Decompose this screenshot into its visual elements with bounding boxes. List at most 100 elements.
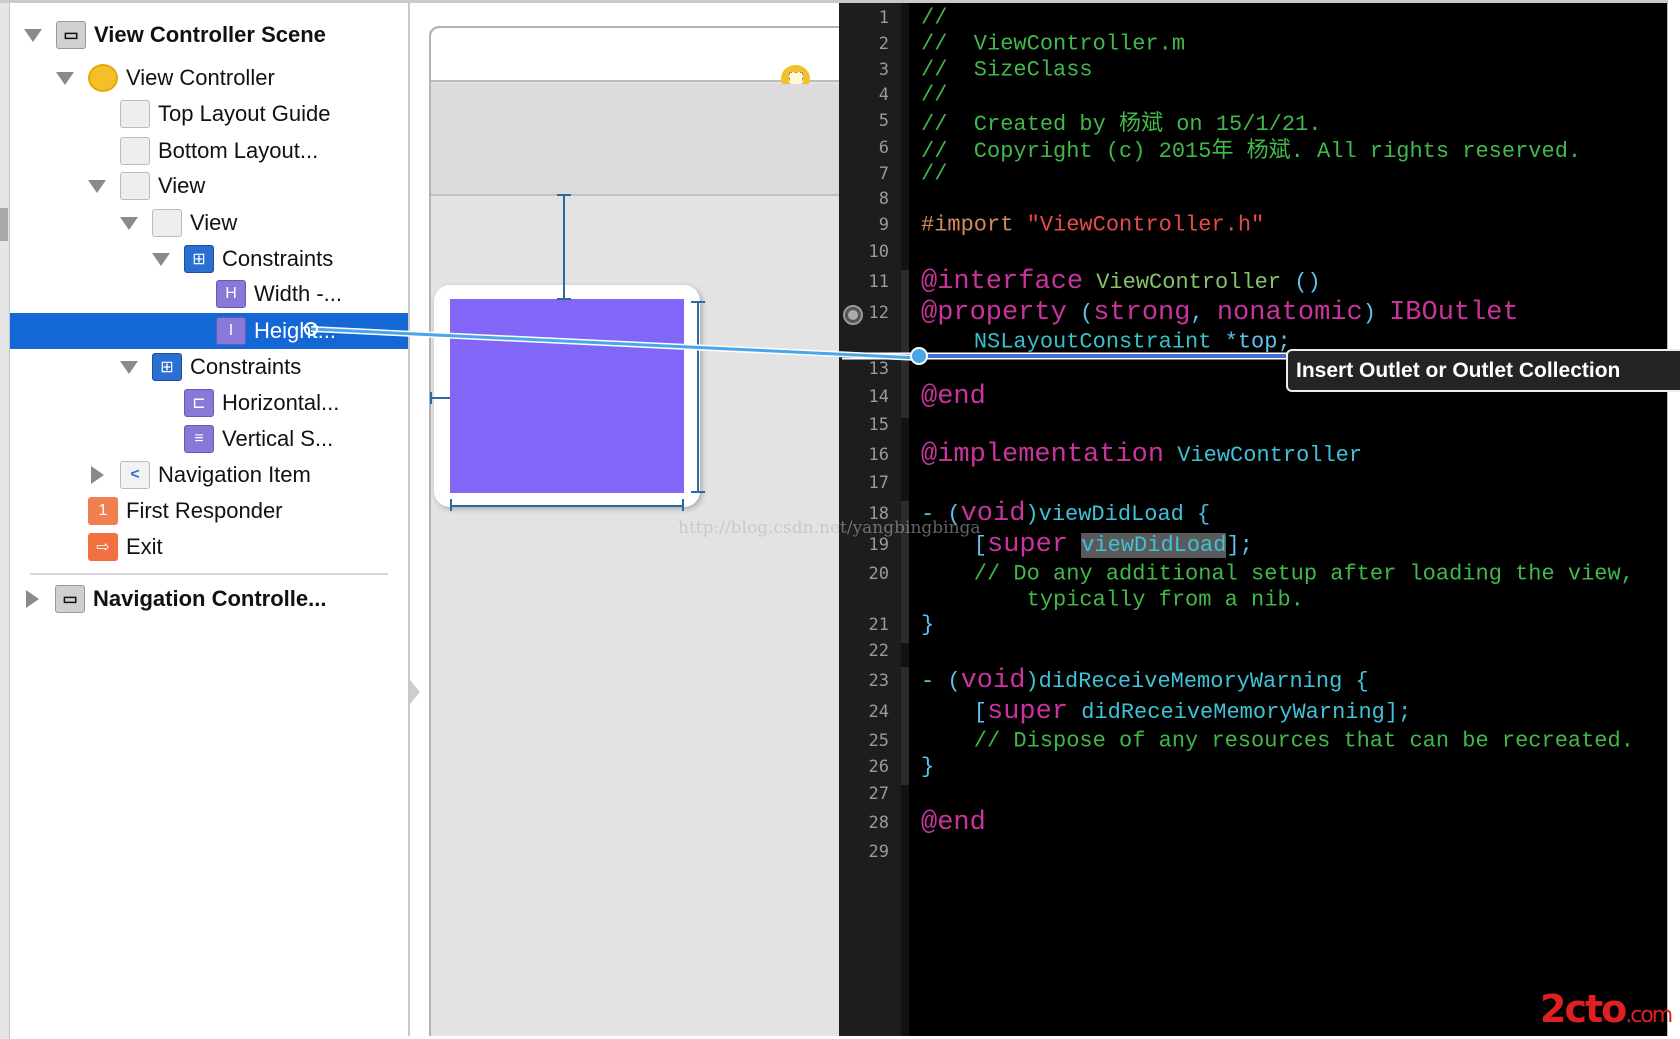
outline-item[interactable]: View Controller bbox=[10, 60, 408, 96]
constraint-cap bbox=[430, 392, 432, 404]
outline-item[interactable]: ⊞ Constraints bbox=[10, 241, 408, 277]
code-line[interactable]: // bbox=[921, 6, 947, 31]
code-line[interactable]: // ViewController.m bbox=[921, 32, 1185, 57]
width-constraint[interactable] bbox=[450, 505, 684, 507]
scroll-thumb[interactable] bbox=[0, 208, 8, 241]
outline-item[interactable]: ⊏ Horizontal... bbox=[10, 385, 408, 421]
code-token: [ bbox=[921, 700, 988, 725]
constraint-cap bbox=[691, 491, 705, 493]
horizontal-constraint-icon: ⊏ bbox=[184, 389, 214, 417]
watermark: http://blog.csdn.net/yangbingbinga bbox=[678, 518, 981, 538]
disclosure-triangle-icon[interactable] bbox=[26, 590, 39, 608]
height-constraint-icon: I bbox=[216, 317, 246, 345]
editor-scrollbar[interactable] bbox=[1667, 0, 1680, 1036]
layout-guide-icon bbox=[120, 100, 150, 128]
outline-item[interactable]: Top Layout Guide bbox=[10, 96, 408, 132]
disclosure-triangle-icon[interactable] bbox=[120, 216, 138, 230]
site-logo: 2cto.com bbox=[1540, 987, 1673, 1031]
width-constraint-icon: H bbox=[216, 280, 246, 308]
code-token: - ( bbox=[921, 669, 961, 694]
view-icon bbox=[152, 209, 182, 237]
line-number: 25 bbox=[868, 731, 889, 751]
code-token: // Do any additional setup after loading… bbox=[921, 561, 1634, 587]
line-number: 29 bbox=[868, 842, 889, 862]
code-line[interactable]: @interface ViewController () bbox=[921, 267, 1321, 297]
outline-item[interactable]: View bbox=[10, 205, 408, 241]
scene-icon: ▭ bbox=[55, 585, 85, 613]
leading-constraint[interactable] bbox=[430, 397, 450, 399]
disclosure-triangle-icon[interactable] bbox=[56, 71, 74, 85]
code-line[interactable]: #import "ViewController.h" bbox=[921, 213, 1264, 238]
line-number: 24 bbox=[868, 702, 889, 722]
navigation-bar bbox=[431, 84, 840, 196]
code-line[interactable]: } bbox=[921, 613, 934, 638]
code-line[interactable]: // SizeClass bbox=[921, 58, 1093, 83]
code-token: ViewController bbox=[1164, 443, 1363, 468]
disclosure-triangle-icon[interactable] bbox=[91, 466, 104, 484]
logo-suffix: .com bbox=[1625, 1003, 1673, 1028]
line-number: 23 bbox=[868, 671, 889, 691]
code-line[interactable]: NSLayoutConstraint *top; bbox=[921, 330, 1291, 355]
outline-item-label: Width -... bbox=[254, 281, 343, 306]
scene-icon: ▭ bbox=[56, 21, 86, 49]
disclosure-triangle-icon[interactable] bbox=[88, 179, 106, 193]
logo-text: 2cto bbox=[1540, 987, 1627, 1031]
code-token: @end bbox=[921, 808, 986, 838]
disclosure-triangle-icon[interactable] bbox=[152, 252, 170, 266]
height-constraint[interactable] bbox=[697, 301, 699, 491]
code-line[interactable]: @end bbox=[921, 382, 986, 412]
outline-item[interactable]: I Height... bbox=[10, 313, 408, 349]
outline-item[interactable]: ≡ Vertical S... bbox=[10, 421, 408, 457]
code-line[interactable]: // Dispose of any resources that can be … bbox=[921, 729, 1634, 754]
code-token: *top; bbox=[1211, 329, 1291, 355]
line-number: 8 bbox=[878, 189, 889, 209]
line-number: 19 bbox=[868, 535, 889, 555]
code-line[interactable]: // Do any additional setup after loading… bbox=[921, 562, 1634, 587]
code-token: ]; bbox=[1226, 533, 1253, 558]
line-number: 28 bbox=[868, 813, 889, 833]
outline-item-label: Height... bbox=[254, 318, 336, 343]
outline-item[interactable]: Bottom Layout... bbox=[10, 133, 408, 169]
code-line[interactable]: - (void)didReceiveMemoryWarning { bbox=[921, 666, 1369, 696]
code-line[interactable]: [super didReceiveMemoryWarning]; bbox=[921, 697, 1412, 727]
outline-item[interactable]: ▭ View Controller Scene bbox=[10, 17, 408, 53]
code-line[interactable]: // bbox=[921, 162, 947, 187]
line-number: 21 bbox=[868, 615, 889, 635]
code-line[interactable]: } bbox=[921, 755, 934, 780]
line-number: 4 bbox=[878, 85, 889, 105]
top-space-constraint[interactable] bbox=[563, 194, 565, 300]
outline-item[interactable]: ⊞ Constraints bbox=[10, 349, 408, 385]
code-token: strong bbox=[1093, 298, 1191, 328]
outline-item[interactable]: H Width -... bbox=[10, 276, 408, 312]
outline-item[interactable]: < Navigation Item bbox=[10, 457, 408, 493]
code-line[interactable]: @implementation ViewController bbox=[921, 440, 1362, 470]
code-token: // SizeClass bbox=[921, 57, 1093, 83]
code-token: // ViewController.m bbox=[921, 31, 1186, 57]
line-number: 3 bbox=[878, 60, 889, 80]
line-number: 17 bbox=[868, 473, 889, 493]
outline-item-label: Exit bbox=[126, 534, 163, 559]
code-line[interactable]: // Copyright (c) 2015年 杨斌. All rights re… bbox=[921, 132, 1581, 164]
code-line[interactable]: typically from a nib. bbox=[921, 588, 1304, 613]
outline-item-navigation-controller-scene[interactable]: ▭ Navigation Controlle... bbox=[10, 581, 408, 617]
outline-scrollbar[interactable] bbox=[0, 3, 10, 1039]
outline-item[interactable]: View bbox=[10, 168, 408, 204]
outline-item-label: Navigation Item bbox=[158, 462, 311, 487]
constraint-cap bbox=[557, 194, 571, 196]
disclosure-triangle-icon[interactable] bbox=[24, 28, 42, 42]
vertical-constraint-icon: ≡ bbox=[184, 425, 214, 453]
code-line[interactable]: @property (strong, nonatomic) IBOutlet bbox=[921, 298, 1519, 328]
code-token: // bbox=[921, 161, 948, 187]
code-line[interactable]: @end bbox=[921, 808, 986, 838]
code-line[interactable]: // bbox=[921, 83, 947, 108]
outline-item[interactable]: 1 First Responder bbox=[10, 493, 408, 529]
purple-view[interactable] bbox=[450, 299, 684, 493]
outline-item[interactable]: ⇨ Exit bbox=[10, 529, 408, 565]
line-number: 6 bbox=[878, 138, 889, 158]
code-token: () bbox=[1294, 270, 1321, 295]
code-token: nonatomic bbox=[1216, 298, 1363, 328]
expand-arrow-icon[interactable] bbox=[410, 680, 420, 704]
code-token: @implementation bbox=[921, 440, 1165, 470]
code-token: super bbox=[987, 530, 1069, 560]
disclosure-triangle-icon[interactable] bbox=[120, 360, 138, 374]
